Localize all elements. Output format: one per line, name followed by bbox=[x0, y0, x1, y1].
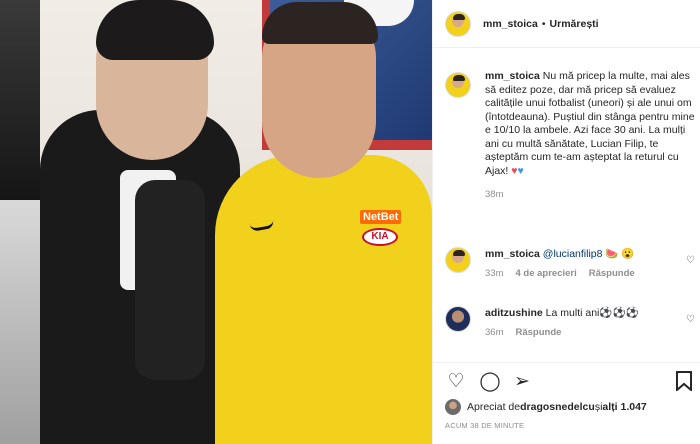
send-icon[interactable]: ➢ bbox=[511, 371, 533, 393]
post-photo[interactable]: NetBet KIA bbox=[0, 0, 432, 444]
likes-prefix: Apreciat de bbox=[467, 401, 521, 413]
likes-line: Apreciat de dragosnedelcu și alți 1.047 bbox=[445, 399, 647, 415]
comment-username[interactable]: aditzushine bbox=[485, 307, 543, 319]
reply-button[interactable]: Răspunde bbox=[515, 327, 561, 338]
caption-time[interactable]: 38m bbox=[485, 188, 695, 202]
comment-username[interactable]: mm_stoica bbox=[485, 248, 540, 260]
blue-heart-icon: ♥ bbox=[517, 164, 524, 177]
avatar[interactable] bbox=[445, 247, 471, 273]
comment-time[interactable]: 36m bbox=[485, 327, 503, 338]
likes-others[interactable]: alți 1.047 bbox=[602, 401, 646, 413]
comment-time[interactable]: 33m bbox=[485, 268, 503, 279]
post-timestamp[interactable]: ACUM 38 DE MINUTE bbox=[445, 421, 524, 430]
kia-logo: KIA bbox=[362, 228, 398, 246]
caption-username[interactable]: mm_stoica bbox=[485, 70, 540, 82]
post-side-panel: mm_stoica • Urmărești mm_stoica Nu mă pr… bbox=[432, 0, 700, 444]
heart-emojis: ♥♥ bbox=[511, 165, 523, 177]
comment-like-icon[interactable]: ♡ bbox=[686, 314, 695, 325]
post-actions: ♡ ◯ ➢ Apreciat de dragosnedelcu și alți … bbox=[433, 362, 700, 444]
bookmark-icon[interactable] bbox=[673, 371, 695, 393]
post-caption: mm_stoica Nu mă pricep la multe, mai ale… bbox=[445, 70, 695, 202]
reply-button[interactable]: Răspunde bbox=[589, 268, 635, 279]
previous-post-strip[interactable] bbox=[0, 0, 40, 444]
comment-text: La multi ani⚽⚽⚽ bbox=[542, 307, 639, 319]
comment-item: aditzushine La multi ani⚽⚽⚽ 36m Răspunde… bbox=[445, 306, 695, 338]
netbet-logo: NetBet bbox=[360, 210, 402, 224]
avatar[interactable] bbox=[445, 399, 461, 415]
comment-icon[interactable]: ◯ bbox=[479, 371, 501, 393]
following-button[interactable]: Urmărești bbox=[550, 18, 599, 30]
liked-by-user[interactable]: dragosnedelcu bbox=[520, 401, 595, 413]
comment-mention[interactable]: @lucianfilip8 bbox=[543, 248, 603, 260]
comment-emoji: 🍉 😮 bbox=[602, 248, 635, 260]
avatar[interactable] bbox=[445, 306, 471, 332]
instagram-post-modal: NetBet KIA mm_stoica • Urmărești mm_stoi… bbox=[0, 0, 700, 444]
comment-likes[interactable]: 4 de aprecieri bbox=[515, 268, 576, 279]
avatar[interactable] bbox=[445, 10, 471, 37]
likes-middle: și bbox=[594, 401, 603, 413]
separator-dot: • bbox=[541, 17, 546, 30]
avatar[interactable] bbox=[445, 72, 471, 98]
comment-item: mm_stoica @lucianfilip8 🍉 😮 33m 4 de apr… bbox=[445, 247, 695, 279]
caption-text: Nu mă pricep la multe, mai ales să edite… bbox=[485, 70, 695, 177]
person-right bbox=[215, 155, 432, 444]
heart-outline-icon[interactable]: ♡ bbox=[445, 371, 467, 393]
header-username[interactable]: mm_stoica bbox=[483, 18, 538, 30]
comment-like-icon[interactable]: ♡ bbox=[686, 255, 695, 266]
post-header: mm_stoica • Urmărești bbox=[433, 0, 700, 48]
